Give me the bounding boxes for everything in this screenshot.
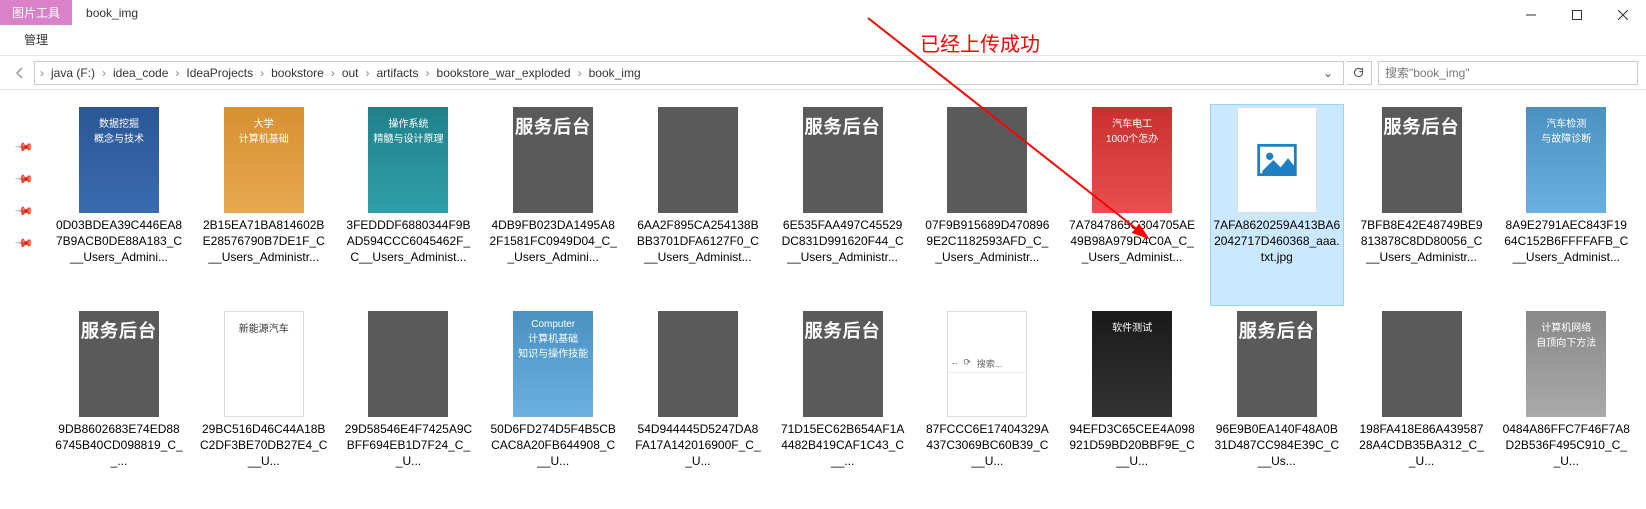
file-name: 6AA2F895CA254138BBB3701DFA6127F0_C__User… [634, 217, 762, 266]
window-controls [1508, 0, 1646, 30]
image-icon [1255, 138, 1299, 182]
file-name: 54D944445D5247DA8FA17A142016900F_C__U... [634, 421, 762, 470]
file-name: 3FEDDDF6880344F9BAD594CCC6045462F_C__Use… [344, 217, 472, 266]
file-item[interactable]: ←⟳搜索...87FCCC6E17404329A437C3069BC60B39_… [920, 308, 1054, 509]
file-thumbnail [658, 311, 738, 417]
file-item[interactable]: 计算机网络 自顶向下方法0484A86FFC7F46F7A8D2B536F495… [1499, 308, 1633, 509]
breadcrumb-item[interactable]: IdeaProjects [180, 66, 259, 80]
file-item[interactable]: 198FA418E86A43958728A4CDB35BA312_C__U... [1355, 308, 1489, 509]
file-name: 0484A86FFC7F46F7A8D2B536F495C910_C__U... [1502, 421, 1630, 470]
pin-icon[interactable]: 📌 [14, 233, 34, 253]
chevron-down-icon[interactable]: ⌄ [1317, 66, 1339, 80]
window-title: book_img [72, 0, 152, 26]
breadcrumb-item[interactable]: book_img [583, 66, 647, 80]
breadcrumb-item[interactable]: bookstore [265, 66, 330, 80]
file-item[interactable]: 汽车检测 与故障诊断8A9E2791AEC843F1964C152B6FFFFA… [1499, 104, 1633, 306]
file-item[interactable]: 服务后台71D15EC62B654AF1A4482B419CAF1C43_C__… [776, 308, 910, 509]
breadcrumb-item[interactable]: out [336, 66, 365, 80]
file-name: 7AFA8620259A413BA62042717D460368_aaa.txt… [1213, 217, 1341, 266]
file-item[interactable]: 服务后台96E9B0EA140F48A0B31D487CC984E39C_C__… [1210, 308, 1344, 509]
file-thumbnail: 计算机网络 自顶向下方法 [1526, 311, 1606, 417]
file-grid[interactable]: 数据挖掘 概念与技术0D03BDEA39C446EA87B9ACB0DE88A1… [48, 90, 1646, 509]
content-area: 📌 📌 📌 📌 数据挖掘 概念与技术0D03BDEA39C446EA87B9AC… [0, 90, 1646, 509]
pin-icon[interactable]: 📌 [14, 201, 34, 221]
file-item[interactable]: 操作系统 精髓与设计原理3FEDDDF6880344F9BAD594CCC604… [341, 104, 475, 306]
file-item[interactable]: 软件测试94EFD3C65CEE4A098921D59BD20BBF9E_C__… [1065, 308, 1199, 509]
file-name: 07F9B915689D4708969E2C1182593AFD_C__User… [923, 217, 1051, 266]
file-item[interactable]: 54D944445D5247DA8FA17A142016900F_C__U... [631, 308, 765, 509]
file-item[interactable]: 服务后台4DB9FB023DA1495A82F1581FC0949D04_C__… [486, 104, 620, 306]
file-item[interactable]: 07F9B915689D4708969E2C1182593AFD_C__User… [920, 104, 1054, 306]
file-name: 87FCCC6E17404329A437C3069BC60B39_C__U... [923, 421, 1051, 470]
file-name: 96E9B0EA140F48A0B31D487CC984E39C_C__Us..… [1213, 421, 1341, 470]
maximize-button[interactable] [1554, 0, 1600, 30]
file-thumbnail [368, 311, 448, 417]
minimize-button[interactable] [1508, 0, 1554, 30]
file-thumbnail: 服务后台 [1237, 311, 1317, 417]
file-thumbnail [658, 107, 738, 213]
file-item[interactable]: 29D58546E4F7425A9CBFF694EB1D7F24_C__U... [341, 308, 475, 509]
file-item[interactable]: 新能源汽车29BC516D46C44A18BC2DF3BE70DB27E4_C_… [197, 308, 331, 509]
file-thumbnail: 汽车检测 与故障诊断 [1526, 107, 1606, 213]
address-bar: › java (F:) › idea_code › IdeaProjects ›… [0, 56, 1646, 90]
pin-icon[interactable]: 📌 [14, 137, 34, 157]
file-thumbnail [1382, 311, 1462, 417]
file-item[interactable]: 服务后台9DB8602683E74ED886745B40CD098819_C__… [52, 308, 186, 509]
file-name: 94EFD3C65CEE4A098921D59BD20BBF9E_C__U... [1068, 421, 1196, 470]
pin-icon[interactable]: 📌 [14, 169, 34, 189]
file-name: 6E535FAA497C45529DC831D991620F44_C__User… [779, 217, 907, 266]
file-name: 29BC516D46C44A18BC2DF3BE70DB27E4_C__U... [200, 421, 328, 470]
file-thumbnail: 汽车电工 1000个怎办 [1092, 107, 1172, 213]
file-item[interactable]: 6AA2F895CA254138BBB3701DFA6127F0_C__User… [631, 104, 765, 306]
file-name: 8A9E2791AEC843F1964C152B6FFFFAFB_C__User… [1502, 217, 1630, 266]
breadcrumb-item[interactable]: java (F:) [45, 66, 101, 80]
file-name: 50D6FD274D5F4B5CBCAC8A20FB644908_C__U... [489, 421, 617, 470]
ribbon-manage-tab[interactable]: 管理 [0, 25, 72, 54]
file-name: 4DB9FB023DA1495A82F1581FC0949D04_C__User… [489, 217, 617, 266]
breadcrumb-item[interactable]: bookstore_war_exploded [431, 66, 577, 80]
nav-back-button[interactable] [8, 61, 32, 85]
file-name: 71D15EC62B654AF1A4482B419CAF1C43_C__... [779, 421, 907, 470]
file-item[interactable]: 数据挖掘 概念与技术0D03BDEA39C446EA87B9ACB0DE88A1… [52, 104, 186, 306]
file-item[interactable]: 服务后台7BFB8E42E48749BE9813878C8DD80056_C__… [1355, 104, 1489, 306]
close-button[interactable] [1600, 0, 1646, 30]
file-thumbnail: 操作系统 精髓与设计原理 [368, 107, 448, 213]
file-name: 2B15EA71BA814602BE28576790B7DE1F_C__User… [200, 217, 328, 266]
file-thumbnail: 数据挖掘 概念与技术 [79, 107, 159, 213]
titlebar: 图片工具 管理 book_img [0, 0, 1646, 56]
breadcrumb-item[interactable]: idea_code [107, 66, 174, 80]
file-name: 198FA418E86A43958728A4CDB35BA312_C__U... [1358, 421, 1486, 470]
search-input[interactable]: 搜索"book_img" [1378, 61, 1638, 85]
ribbon-tab-group: 图片工具 管理 [0, 0, 72, 54]
file-name: 0D03BDEA39C446EA87B9ACB0DE88A183_C__User… [55, 217, 183, 266]
file-thumbnail: 服务后台 [803, 311, 883, 417]
file-name: 9DB8602683E74ED886745B40CD098819_C__... [55, 421, 183, 470]
file-item[interactable]: 大学 计算机基础2B15EA71BA814602BE28576790B7DE1F… [197, 104, 331, 306]
file-name: 7A7847865C304705AE49B98A979D4C0A_C__User… [1068, 217, 1196, 266]
file-item[interactable]: 服务后台6E535FAA497C45529DC831D991620F44_C__… [776, 104, 910, 306]
file-name: 29D58546E4F7425A9CBFF694EB1D7F24_C__U... [344, 421, 472, 470]
file-thumbnail: 服务后台 [79, 311, 159, 417]
breadcrumb[interactable]: › java (F:) › idea_code › IdeaProjects ›… [34, 61, 1344, 85]
breadcrumb-item[interactable]: artifacts [371, 66, 425, 80]
file-thumbnail: ←⟳搜索... [947, 311, 1027, 417]
ribbon-contextual-tab[interactable]: 图片工具 [0, 0, 72, 25]
file-thumbnail: 服务后台 [803, 107, 883, 213]
file-thumbnail: 新能源汽车 [224, 311, 304, 417]
file-thumbnail: 大学 计算机基础 [224, 107, 304, 213]
file-thumbnail [947, 107, 1027, 213]
search-placeholder: 搜索"book_img" [1385, 64, 1470, 81]
file-item[interactable]: Computer 计算机基础 知识与操作技能50D6FD274D5F4B5CBC… [486, 308, 620, 509]
file-item[interactable]: 汽车电工 1000个怎办7A7847865C304705AE49B98A979D… [1065, 104, 1199, 306]
file-thumbnail: 服务后台 [1382, 107, 1462, 213]
file-item[interactable]: 7AFA8620259A413BA62042717D460368_aaa.txt… [1210, 104, 1344, 306]
file-thumbnail: Computer 计算机基础 知识与操作技能 [513, 311, 593, 417]
file-thumbnail: 服务后台 [513, 107, 593, 213]
refresh-button[interactable] [1346, 61, 1372, 85]
file-thumbnail: 软件测试 [1092, 311, 1172, 417]
file-thumbnail [1237, 107, 1317, 213]
quick-access-bar: 📌 📌 📌 📌 [0, 90, 48, 509]
file-name: 7BFB8E42E48749BE9813878C8DD80056_C__User… [1358, 217, 1486, 266]
